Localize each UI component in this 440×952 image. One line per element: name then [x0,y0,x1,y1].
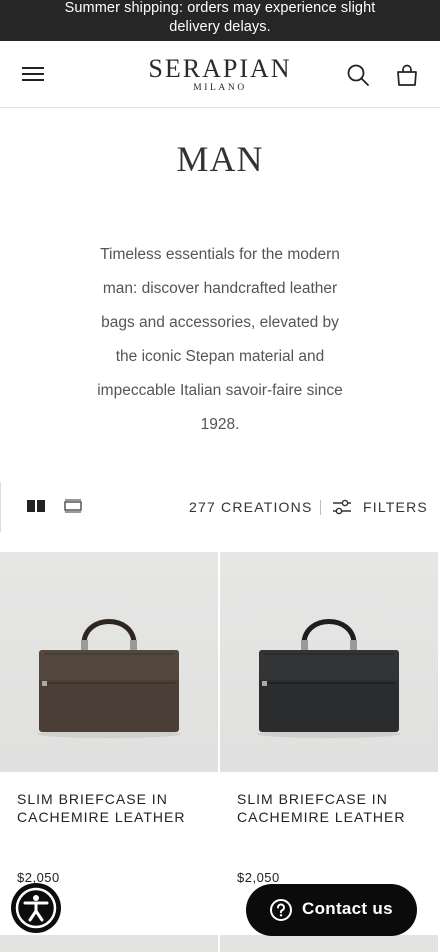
page-title: MAN [176,139,264,179]
product-price: $2,050 [237,870,280,885]
product-card[interactable]: SLIM BRIEFCASE IN CACHEMIRE LEATHER $2,0… [0,552,218,937]
brand-logo[interactable]: SERAPIAN MILANO [140,55,300,94]
brand-city: MILANO [193,83,247,93]
announcement-bar: Summer shipping: orders may experience s… [0,0,440,41]
product-card[interactable]: SLIM BRIEFCASE IN CACHEMIRE LEATHER $2,0… [220,552,438,937]
product-image-next-row[interactable] [0,935,218,952]
toolbar-divider [0,482,1,532]
filters-label: FILTERS [363,499,428,515]
contact-us-label: Contact us [302,899,393,918]
results-count: 277 CREATIONS [189,499,313,515]
search-icon[interactable] [346,63,370,87]
product-name[interactable]: SLIM BRIEFCASE IN CACHEMIRE LEATHER [237,790,427,826]
accessibility-button[interactable] [11,883,61,933]
category-intro: Timeless essentials for the modern man: … [97,246,343,433]
grid-one-icon[interactable] [63,498,83,514]
menu-icon[interactable] [22,66,44,82]
listing-toolbar: 277 CREATIONS FILTERS [0,482,440,532]
help-icon [270,899,292,921]
filter-sliders-icon [333,499,351,515]
accessibility-icon [15,887,57,929]
contact-us-button[interactable]: Contact us [246,884,417,936]
brand-name: SERAPIAN [148,54,292,83]
toolbar-separator [320,500,321,515]
product-image[interactable] [0,552,218,772]
announcement-line-2: delivery delays. [169,19,271,35]
grid-two-icon[interactable] [26,498,46,514]
product-image[interactable] [220,552,438,772]
site-header: SERAPIAN MILANO [0,41,440,108]
product-image-next-row[interactable] [220,935,438,952]
product-name[interactable]: SLIM BRIEFCASE IN CACHEMIRE LEATHER [17,790,207,826]
shopping-bag-icon[interactable] [395,63,419,87]
